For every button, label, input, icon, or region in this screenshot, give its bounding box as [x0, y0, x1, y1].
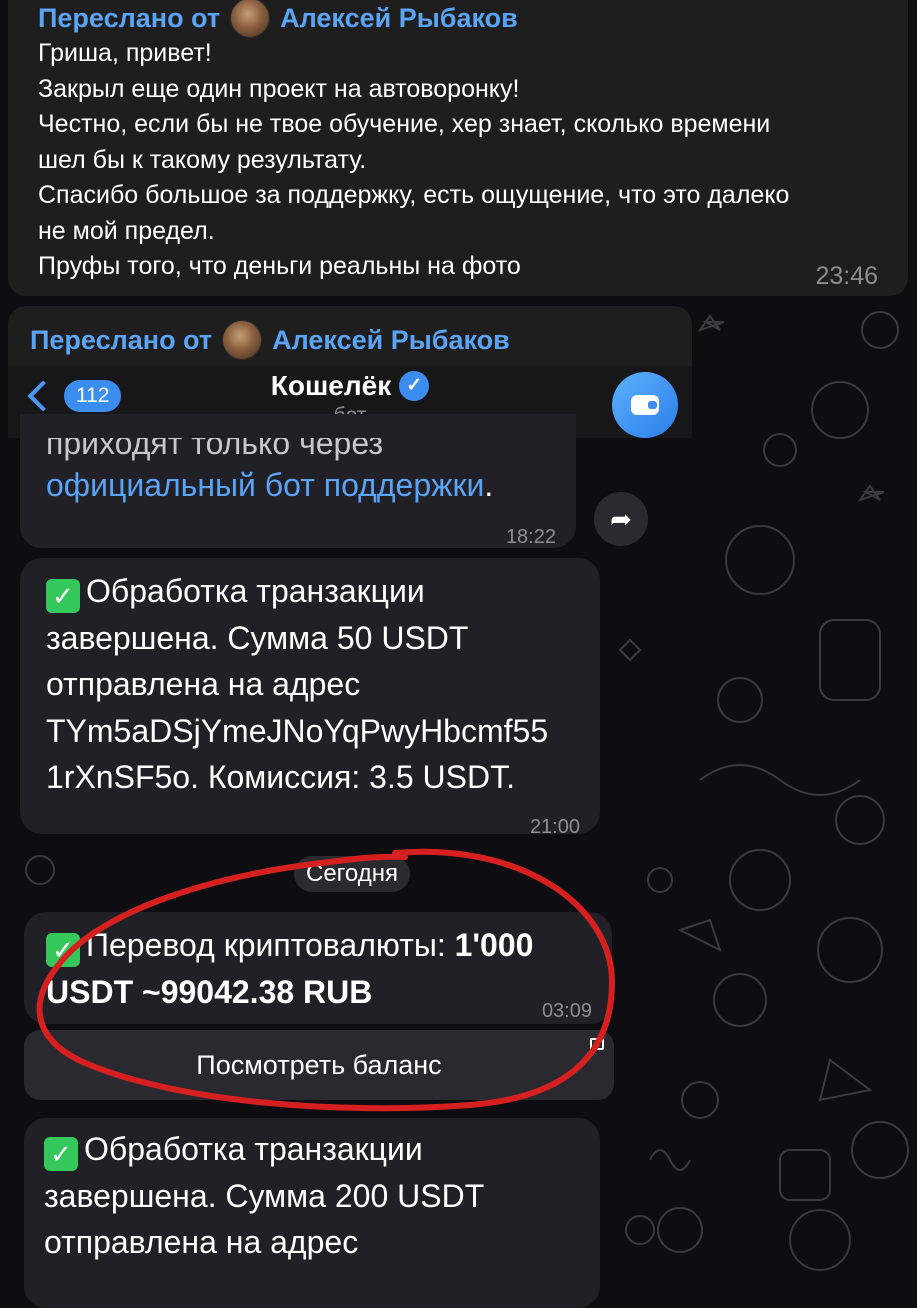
- check-mark-icon: ✓: [46, 579, 80, 613]
- open-app-icon: [590, 1038, 604, 1050]
- message-punctuation: .: [484, 467, 494, 503]
- message-line: Спасибо большое за поддержку, есть ощуще…: [38, 181, 790, 209]
- author-avatar: [230, 0, 271, 38]
- support-bot-link[interactable]: официальный бот поддержки: [46, 467, 484, 503]
- view-balance-label: Посмотреть баланс: [196, 1050, 442, 1080]
- message-line: 1rXnSF5o. Комиссия: 3.5 USDT.: [46, 759, 515, 795]
- message-time: 03:09: [541, 1000, 592, 1022]
- message-line: Честно, если бы не твое обучение, хер зн…: [38, 110, 771, 138]
- bot-message: приходят только через официальный бот по…: [20, 414, 576, 548]
- check-mark-icon: ✓: [44, 1137, 78, 1171]
- forwarded-from-line[interactable]: Переслано от Алексей Рыбаков: [30, 320, 510, 360]
- bot-message: ✓ Перевод криптовалюты: 1'000 USDT ~99042…: [24, 912, 612, 1024]
- bot-message: ✓ Обработка транзакции завершена. Сумма 5…: [20, 558, 600, 838]
- message-line: Обработка транзакции: [84, 1131, 423, 1167]
- bot-message: ✓ Обработка транзакции завершена. Сумма 2…: [24, 1118, 600, 1308]
- message-line: завершена. Сумма 200 USDT: [44, 1177, 485, 1214]
- message-line: отправлена на адрес: [46, 666, 361, 702]
- message-line: отправлена на адрес: [44, 1224, 359, 1260]
- message-line: Обработка транзакции: [86, 573, 425, 609]
- forward-author-name[interactable]: Алексей Рыбаков: [272, 325, 510, 356]
- view-balance-button[interactable]: Посмотреть баланс: [24, 1030, 614, 1100]
- transfer-text: Перевод криптовалюты:: [86, 927, 455, 963]
- forwarded-message-bubble: Переслано от Алексей Рыбаков Гриша, прив…: [8, 0, 908, 296]
- verified-icon: ✓: [399, 371, 430, 401]
- forwarded-from-line[interactable]: Переслано от Алексей Рыбаков: [38, 0, 518, 38]
- wallet-icon: [631, 395, 659, 415]
- message-time: 18:22: [505, 526, 556, 548]
- chat-title: Кошелёк: [270, 370, 392, 401]
- message-line: шел бы к такому результату.: [38, 145, 367, 174]
- message-time: 21:00: [529, 816, 580, 838]
- message-line: завершена. Сумма 50 USDT: [46, 619, 469, 656]
- share-arrow-icon[interactable]: ➦: [594, 492, 648, 546]
- date-separator: Сегодня: [294, 856, 410, 892]
- author-avatar: [222, 320, 263, 360]
- message-line: не мой предел.: [38, 216, 215, 245]
- message-line: Закрыл еще один проект на автоворонку!: [38, 74, 520, 103]
- message-line: Пруфы того, что деньги реальны на фото: [38, 252, 521, 280]
- forwarded-photo-bubble: Переслано от Алексей Рыбаков: [8, 306, 692, 366]
- check-mark-icon: ✓: [46, 933, 80, 967]
- forward-author-name[interactable]: Алексей Рыбаков: [280, 3, 518, 34]
- forwarded-prefix: Переслано от: [30, 324, 213, 355]
- message-text: Гриша, привет! Закрыл еще один проект на…: [38, 36, 898, 285]
- message-time: 23:46: [815, 262, 878, 290]
- transfer-amount-line: USDT ~99042.38 RUB: [46, 973, 373, 1010]
- transfer-amount: 1'000: [454, 927, 534, 963]
- forwarded-prefix: Переслано от: [38, 2, 221, 33]
- message-line: Гриша, привет!: [38, 39, 212, 67]
- bot-avatar[interactable]: [612, 372, 678, 438]
- message-line: приходят только через: [46, 425, 384, 461]
- message-line: TYm5aDSjYmeJNoYqPwyHbcmf55: [46, 712, 549, 749]
